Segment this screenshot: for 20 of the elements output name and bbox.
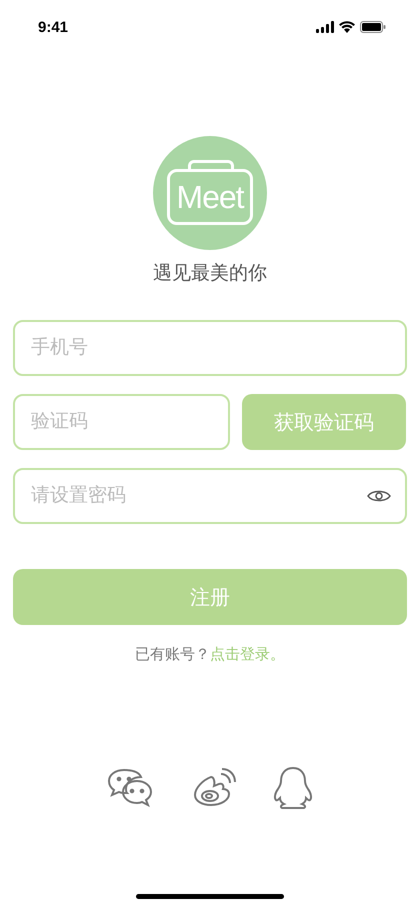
weibo-icon[interactable] bbox=[191, 768, 237, 808]
signal-icon bbox=[316, 21, 334, 33]
code-field[interactable]: 验证码 bbox=[13, 394, 230, 450]
status-time: 9:41 bbox=[38, 18, 68, 36]
login-link[interactable]: 点击登录。 bbox=[210, 646, 285, 663]
app-logo: Meet bbox=[153, 136, 267, 250]
chat-bubbles-icon[interactable] bbox=[107, 768, 155, 808]
code-input[interactable]: 验证码 bbox=[29, 410, 214, 434]
battery-icon bbox=[360, 21, 386, 33]
password-field[interactable]: 请设置密码 bbox=[13, 468, 407, 524]
tagline: 遇见最美的你 bbox=[152, 262, 268, 286]
phone-field[interactable]: 手机号 bbox=[13, 320, 407, 376]
login-prompt: 已有账号？ bbox=[135, 646, 210, 663]
password-input[interactable]: 请设置密码 bbox=[29, 484, 367, 508]
register-button[interactable]: 注册 bbox=[13, 569, 407, 625]
eye-icon[interactable] bbox=[367, 488, 391, 504]
wifi-icon bbox=[339, 21, 355, 33]
penguin-icon[interactable] bbox=[273, 766, 313, 810]
get-code-button[interactable]: 获取验证码 bbox=[242, 394, 406, 450]
phone-input[interactable]: 手机号 bbox=[29, 336, 391, 360]
